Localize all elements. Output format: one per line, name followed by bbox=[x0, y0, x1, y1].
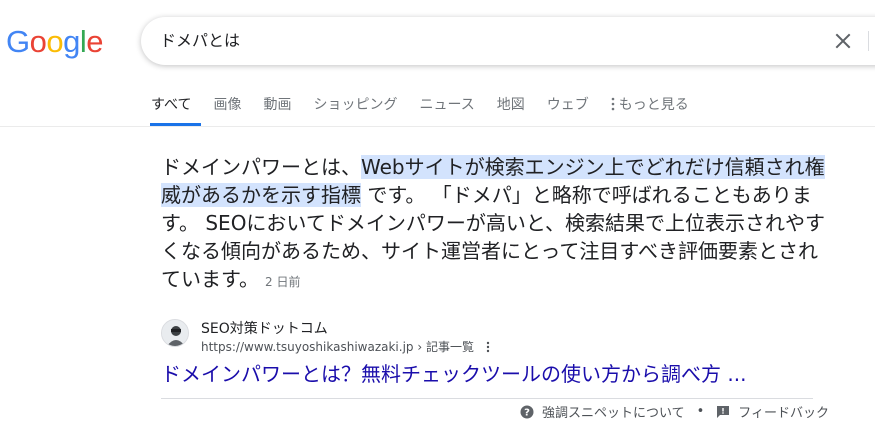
tab-shopping[interactable]: ショッピング bbox=[313, 88, 397, 126]
tab-all[interactable]: すべて bbox=[149, 88, 203, 126]
tab-label: 地図 bbox=[496, 97, 525, 113]
logo-letter: o bbox=[46, 24, 64, 59]
logo-letter: e bbox=[86, 24, 104, 59]
tab-web[interactable]: ウェブ bbox=[547, 88, 589, 126]
help-icon: ? bbox=[520, 405, 534, 418]
svg-text:?: ? bbox=[524, 407, 530, 418]
feedback-link[interactable]: フィードバック bbox=[716, 402, 829, 421]
tab-videos[interactable]: 動画 bbox=[263, 88, 291, 126]
feedback-label: フィードバック bbox=[738, 406, 830, 421]
result-source[interactable]: SEO対策ドットコム https://www.tsuyoshikashiwaza… bbox=[161, 318, 661, 358]
tab-label: すべて bbox=[151, 97, 192, 113]
tab-maps[interactable]: 地図 bbox=[497, 88, 525, 126]
site-name: SEO対策ドットコム bbox=[201, 321, 328, 337]
tab-more[interactable]: もっと見る bbox=[611, 88, 689, 126]
tab-label: ニュース bbox=[419, 97, 475, 113]
tab-label: 動画 bbox=[263, 97, 292, 113]
search-divider bbox=[868, 31, 869, 51]
about-snippets-label: 強調スニペットについて bbox=[542, 406, 685, 421]
logo-letter: g bbox=[63, 24, 80, 59]
search-tabs: すべて 画像 動画 ショッピング ニュース 地図 ウェブ もっと見る bbox=[149, 88, 711, 126]
featured-snippet-text: ドメインパワーとは、Webサイトが検索エンジン上でどれだけ信頼され権威があるかを… bbox=[161, 153, 826, 296]
logo-letter: G bbox=[6, 24, 30, 59]
snippet-footer: ? 強調スニペットについて • フィードバック bbox=[520, 402, 829, 421]
clear-search-button[interactable] bbox=[831, 29, 855, 53]
snippet-text: ドメインパワーとは、 bbox=[161, 155, 361, 179]
tab-label: ウェブ bbox=[546, 97, 589, 113]
google-logo[interactable]: Google bbox=[6, 24, 104, 60]
tab-images[interactable]: 画像 bbox=[213, 88, 241, 126]
result-title-link[interactable]: ドメインパワーとは？無料チェックツールの使い方から調べ方 ... bbox=[161, 360, 746, 388]
footer-separator: • bbox=[696, 404, 705, 419]
site-favicon-image bbox=[162, 320, 188, 346]
site-favicon bbox=[161, 319, 189, 347]
site-url: https://www.tsuyoshikashiwazaki.jp › 記事一… bbox=[201, 338, 490, 355]
logo-letter: o bbox=[29, 24, 47, 59]
tab-label: ショッピング bbox=[313, 97, 398, 113]
snippet-divider bbox=[161, 398, 813, 399]
tabs-divider bbox=[0, 126, 875, 127]
site-url-text: https://www.tsuyoshikashiwazaki.jp bbox=[201, 340, 414, 354]
search-box bbox=[141, 17, 875, 65]
tab-label: もっと見る bbox=[618, 97, 689, 113]
snippet-highlight: Webサイトが検索エンジン上でどれだけ信頼され bbox=[361, 155, 805, 179]
site-breadcrumb: › 記事一覧 bbox=[413, 340, 474, 354]
more-vert-icon bbox=[611, 97, 615, 111]
snippet-date: 2 日前 bbox=[265, 275, 301, 289]
tab-news[interactable]: ニュース bbox=[419, 88, 474, 126]
more-options-icon[interactable] bbox=[486, 341, 490, 353]
close-icon bbox=[835, 33, 851, 49]
feedback-icon bbox=[717, 405, 730, 418]
search-input[interactable] bbox=[160, 29, 760, 53]
about-snippets-link[interactable]: ? 強調スニペットについて bbox=[520, 402, 685, 421]
tab-label: 画像 bbox=[213, 97, 242, 113]
